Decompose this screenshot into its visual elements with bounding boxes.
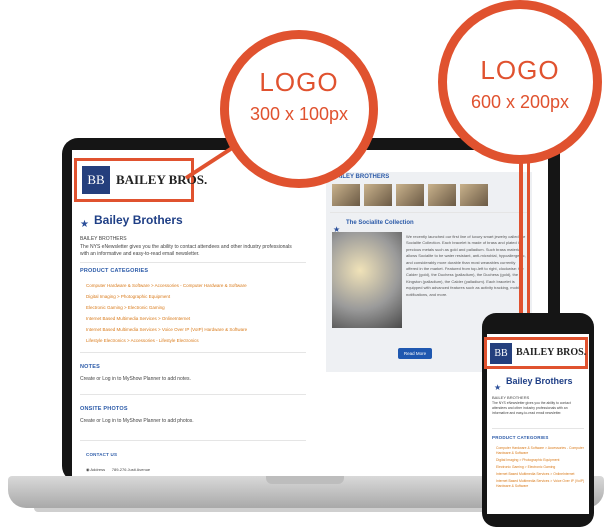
address-row: ◉ Address 789-276 Justi Avenue	[86, 466, 150, 473]
divider	[492, 428, 584, 429]
gallery-thumbnail[interactable]	[428, 184, 456, 206]
onsite-photos-heading: ONSITE PHOTOS	[80, 406, 128, 412]
category-link[interactable]: Internet Based Multimedia Services > Onl…	[86, 313, 247, 324]
mobile-category-list: Computer Hardware & Software > Accessori…	[496, 446, 586, 491]
divider	[80, 440, 306, 441]
mobile-company-caps: BAILEY BROTHERS	[492, 395, 530, 400]
mobile-logo-callout: LOGO 600 x 200px	[438, 0, 602, 164]
gallery-thumbnail[interactable]	[332, 184, 360, 206]
mobile-brand-initials: BB	[490, 343, 512, 364]
mobile-brand-name: BAILEY BROS.	[516, 347, 587, 358]
category-link[interactable]: Electronic Gaming > Electronic Gaming	[496, 465, 586, 470]
read-more-button[interactable]: Read More	[398, 348, 432, 359]
product-image	[332, 232, 402, 328]
star-icon: ★	[494, 383, 502, 392]
laptop-notch	[266, 476, 344, 484]
brand-initials: BB	[82, 166, 110, 194]
gallery-thumbnail[interactable]	[460, 184, 488, 206]
category-link[interactable]: Computer Hardware & Software > Accessori…	[86, 280, 247, 291]
category-link[interactable]: Digital Imaging > Photographic Equipment	[86, 291, 247, 302]
collection-title: The Socialite Collection	[346, 220, 414, 226]
category-link[interactable]: Digital Imaging > Photographic Equipment	[496, 458, 586, 463]
mobile-product-categories-heading: PRODUCT CATEGORIES	[492, 435, 549, 440]
callout-logo-label: LOGO	[480, 55, 560, 85]
divider	[80, 262, 306, 263]
photos-text[interactable]: Create or Log in to MyShow Planner to ad…	[80, 418, 194, 425]
divider	[330, 212, 528, 213]
category-list: Computer Hardware & Software > Accessori…	[86, 280, 247, 346]
company-description: The NYS eNewsletter gives you the abilit…	[80, 244, 292, 257]
company-heading: Bailey Brothers	[94, 213, 183, 227]
category-link[interactable]: Internet Based Multimedia Services > Onl…	[496, 472, 586, 477]
location-icon: ◉	[86, 467, 90, 472]
callout-logo-label: LOGO	[259, 67, 339, 97]
callout-logo-size: 300 x 100px	[249, 104, 349, 124]
address-value: 789-276 Justi Avenue	[111, 467, 151, 472]
category-link[interactable]: Electronic Gaming > Electronic Gaming	[86, 302, 247, 313]
product-categories-heading: PRODUCT CATEGORIES	[80, 268, 149, 274]
desktop-logo-callout: LOGO 300 x 100px	[220, 30, 378, 188]
callout-logo-size: 600 x 200px	[470, 92, 570, 112]
address-label: Address	[90, 467, 106, 472]
notes-text[interactable]: Create or Log in to MyShow Planner to ad…	[80, 376, 191, 383]
gallery-thumbnail[interactable]	[364, 184, 392, 206]
company-caps: BAILEY BROTHERS	[80, 236, 127, 242]
divider	[80, 352, 306, 353]
mobile-company-heading: Bailey Brothers	[506, 376, 573, 386]
category-link[interactable]: Internet Based Multimedia Services > Voi…	[496, 479, 586, 489]
category-link[interactable]: Computer Hardware & Software > Accessori…	[496, 446, 586, 456]
contact-us-heading: CONTACT US	[86, 452, 118, 457]
collection-description: We recently launched our first line of l…	[406, 234, 526, 297]
star-icon: ★	[80, 219, 89, 230]
divider	[80, 394, 306, 395]
category-link[interactable]: Internet Based Multimedia Services > Voi…	[86, 324, 247, 335]
gallery-thumbnail[interactable]	[396, 184, 424, 206]
mobile-company-description: The NYS eNewsletter gives you the abilit…	[492, 401, 571, 415]
category-link[interactable]: Lifestyle Electronics > Accessories - Li…	[86, 335, 247, 346]
notes-heading: NOTES	[80, 364, 100, 370]
